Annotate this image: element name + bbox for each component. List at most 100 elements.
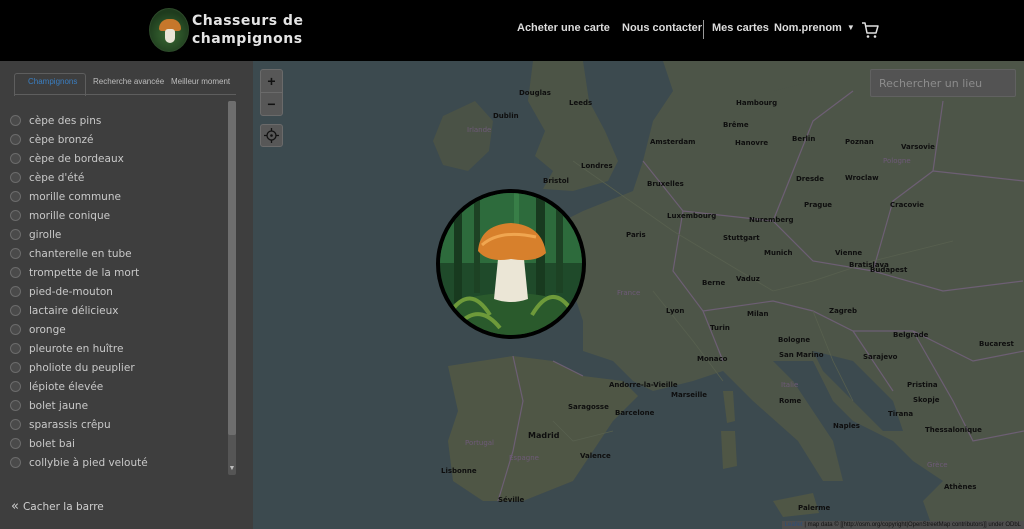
radio-button[interactable] bbox=[10, 438, 21, 449]
list-scrollbar[interactable]: ▼ bbox=[228, 101, 236, 475]
list-item[interactable]: morille conique bbox=[10, 206, 226, 225]
list-item[interactable]: trompette de la mort bbox=[10, 263, 226, 282]
city-label: Palerme bbox=[798, 504, 831, 512]
leaflet-link[interactable]: Leaflet bbox=[785, 522, 803, 528]
radio-button[interactable] bbox=[10, 324, 21, 335]
city-label: Bristol bbox=[543, 177, 569, 185]
list-item[interactable]: pied-de-mouton bbox=[10, 282, 226, 301]
radio-button[interactable] bbox=[10, 362, 21, 373]
list-item[interactable]: cèpe de bordeaux bbox=[10, 149, 226, 168]
list-item-label: lépiote élevée bbox=[29, 380, 104, 393]
zoom-control: + − bbox=[260, 69, 283, 116]
map-view[interactable]: Douglas Leeds Dublin Irlande Londres Bri… bbox=[253, 61, 1024, 529]
radio-button[interactable] bbox=[10, 267, 21, 278]
radio-button[interactable] bbox=[10, 153, 21, 164]
place-search-input[interactable] bbox=[870, 69, 1016, 97]
list-item[interactable]: collybie à pied velouté bbox=[10, 453, 226, 472]
loading-mushroom-icon bbox=[436, 189, 586, 339]
locate-me-button[interactable] bbox=[260, 124, 283, 147]
list-item[interactable]: morille commune bbox=[10, 187, 226, 206]
list-item[interactable]: oronge bbox=[10, 320, 226, 339]
list-item-label: bolet bai bbox=[29, 437, 75, 450]
list-item[interactable]: girolle bbox=[10, 225, 226, 244]
brand-line-1: Chasseurs de bbox=[192, 13, 304, 29]
radio-button[interactable] bbox=[10, 286, 21, 297]
scroll-down-arrow-icon[interactable]: ▼ bbox=[228, 463, 236, 475]
list-item[interactable]: cèpe d'été bbox=[10, 168, 226, 187]
radio-button[interactable] bbox=[10, 305, 21, 316]
user-menu[interactable]: Nom.prenom ▼ bbox=[774, 22, 855, 34]
nav-contact[interactable]: Nous contacter bbox=[622, 22, 702, 34]
map-attribution: Leaflet | map data © [[http://osm.org/co… bbox=[781, 521, 1024, 529]
list-item[interactable]: lactaire délicieux bbox=[10, 301, 226, 320]
scrollbar-thumb[interactable] bbox=[228, 101, 236, 435]
radio-button[interactable] bbox=[10, 115, 21, 126]
zoom-out-button[interactable]: − bbox=[261, 93, 282, 116]
city-label: Turin bbox=[710, 324, 730, 332]
radio-button[interactable] bbox=[10, 419, 21, 430]
list-item[interactable]: bolet bai bbox=[10, 434, 226, 453]
city-label: Pristina bbox=[907, 381, 938, 389]
list-item[interactable]: sparassis crêpu bbox=[10, 415, 226, 434]
city-label: Dresde bbox=[796, 175, 824, 183]
city-label: Milan bbox=[747, 310, 769, 318]
city-label: Marseille bbox=[671, 391, 708, 399]
city-label: Monaco bbox=[697, 355, 728, 363]
city-label: Munich bbox=[764, 249, 793, 257]
city-label: Prague bbox=[804, 201, 833, 209]
radio-button[interactable] bbox=[10, 248, 21, 259]
list-item-label: lactaire délicieux bbox=[29, 304, 119, 317]
nav-buy-map[interactable]: Acheter une carte bbox=[517, 22, 610, 34]
list-item[interactable]: cèpe des pins bbox=[10, 111, 226, 130]
city-label: Berne bbox=[702, 279, 726, 287]
brand-title[interactable]: Chasseurs de champignons bbox=[192, 12, 303, 48]
list-item[interactable]: chanterelle en tube bbox=[10, 244, 226, 263]
tab-champignons[interactable]: Champignons bbox=[28, 77, 77, 86]
city-label: Lisbonne bbox=[441, 467, 477, 475]
city-label: Séville bbox=[498, 496, 525, 504]
region-label: Irlande bbox=[467, 126, 492, 134]
city-label: Tirana bbox=[888, 410, 914, 418]
list-item-label: sparassis crêpu bbox=[29, 418, 111, 431]
list-item-label: collybie à pied velouté bbox=[29, 456, 148, 469]
radio-button[interactable] bbox=[10, 172, 21, 183]
list-item-label: pied-de-mouton bbox=[29, 285, 113, 298]
radio-button[interactable] bbox=[10, 457, 21, 468]
list-item[interactable]: lépiote élevée bbox=[10, 377, 226, 396]
list-item[interactable]: bolet jaune bbox=[10, 396, 226, 415]
radio-button[interactable] bbox=[10, 191, 21, 202]
list-item[interactable]: pleurote en huître bbox=[10, 339, 226, 358]
user-name: Nom.prenom bbox=[774, 22, 842, 34]
double-chevron-left-icon: « bbox=[11, 499, 19, 514]
shopping-cart-icon[interactable] bbox=[861, 21, 879, 39]
city-label: Vaduz bbox=[736, 275, 760, 283]
radio-button[interactable] bbox=[10, 229, 21, 240]
hide-sidebar-button[interactable]: «Cacher la barre bbox=[11, 499, 104, 514]
nav-my-maps[interactable]: Mes cartes bbox=[712, 22, 769, 34]
city-label: Poznan bbox=[845, 138, 874, 146]
city-label: Madrid bbox=[528, 431, 560, 440]
list-item-label: chanterelle en tube bbox=[29, 247, 132, 260]
city-label: Londres bbox=[581, 162, 613, 170]
city-label: San Marino bbox=[779, 351, 824, 359]
brand-line-2: champignons bbox=[192, 31, 303, 47]
tab-recherche-avancee[interactable]: Recherche avancée bbox=[93, 77, 164, 86]
tab-meilleur-moment[interactable]: Meilleur moment bbox=[171, 77, 230, 86]
top-navbar: Chasseurs de champignons Acheter une car… bbox=[0, 0, 1024, 61]
radio-button[interactable] bbox=[10, 381, 21, 392]
list-item[interactable]: cèpe bronzé bbox=[10, 130, 226, 149]
list-item-label: cèpe bronzé bbox=[29, 133, 94, 146]
region-label: France bbox=[617, 289, 641, 297]
list-item[interactable]: pholiote du peuplier bbox=[10, 358, 226, 377]
city-label: Stuttgart bbox=[723, 234, 760, 242]
radio-button[interactable] bbox=[10, 343, 21, 354]
list-item-label: morille commune bbox=[29, 190, 121, 203]
region-label: Pologne bbox=[883, 157, 911, 165]
city-label: Luxembourg bbox=[667, 212, 717, 220]
zoom-in-button[interactable]: + bbox=[261, 70, 282, 93]
radio-button[interactable] bbox=[10, 210, 21, 221]
radio-button[interactable] bbox=[10, 400, 21, 411]
mushroom-logo-icon[interactable] bbox=[149, 8, 189, 52]
city-label: Zagreb bbox=[829, 307, 858, 315]
radio-button[interactable] bbox=[10, 134, 21, 145]
